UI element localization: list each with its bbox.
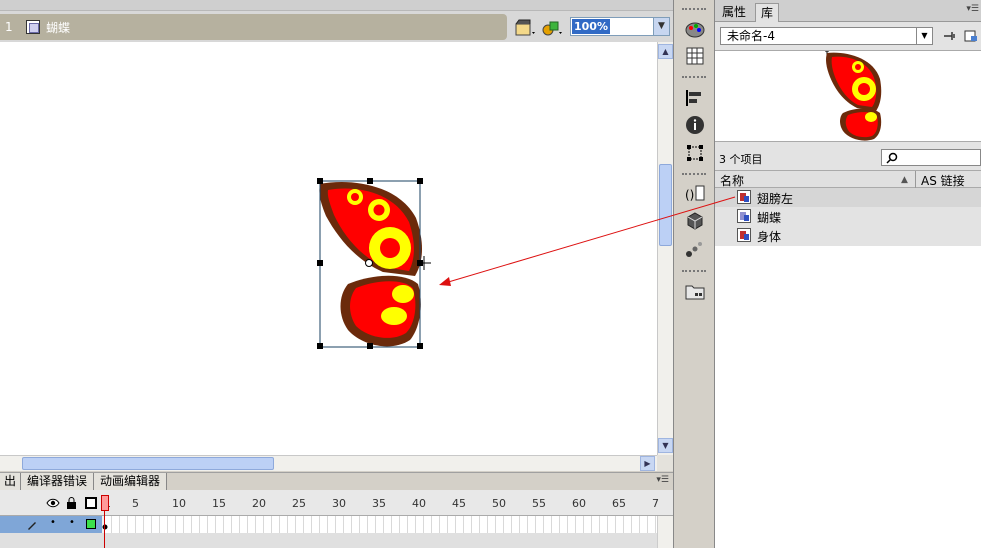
annotation-arrow — [439, 196, 736, 286]
